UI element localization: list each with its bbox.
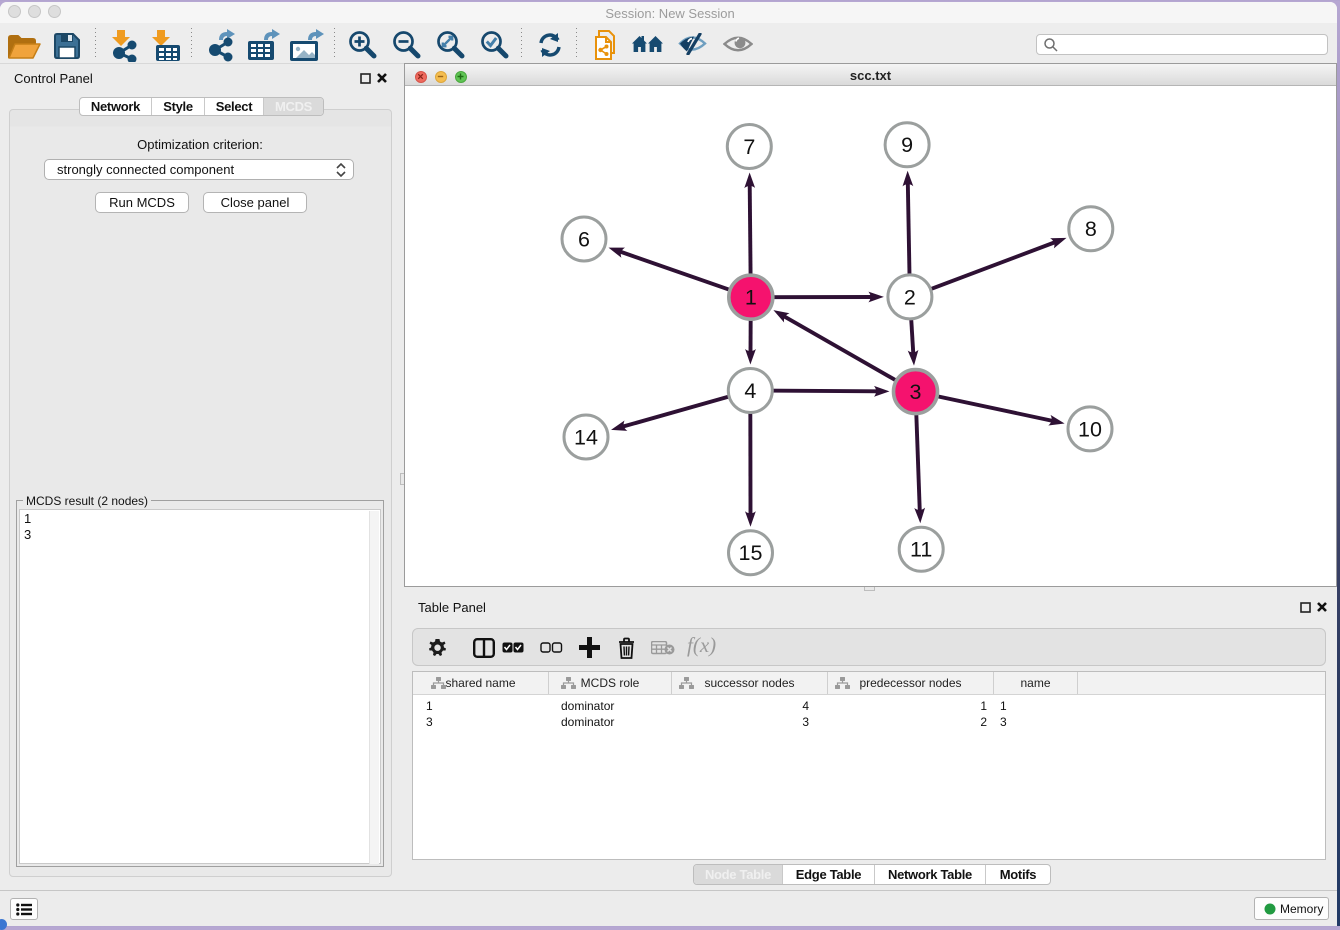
svg-text:7: 7 — [743, 135, 755, 159]
svg-text:15: 15 — [739, 541, 763, 565]
svg-text:2: 2 — [904, 285, 916, 309]
svg-text:10: 10 — [1078, 417, 1102, 441]
svg-text:4: 4 — [744, 379, 756, 403]
svg-text:14: 14 — [574, 425, 598, 449]
svg-text:6: 6 — [578, 227, 590, 251]
svg-text:9: 9 — [901, 133, 913, 157]
svg-text:1: 1 — [745, 286, 757, 310]
svg-text:3: 3 — [910, 380, 922, 404]
svg-text:11: 11 — [910, 538, 932, 562]
svg-text:8: 8 — [1085, 217, 1097, 241]
